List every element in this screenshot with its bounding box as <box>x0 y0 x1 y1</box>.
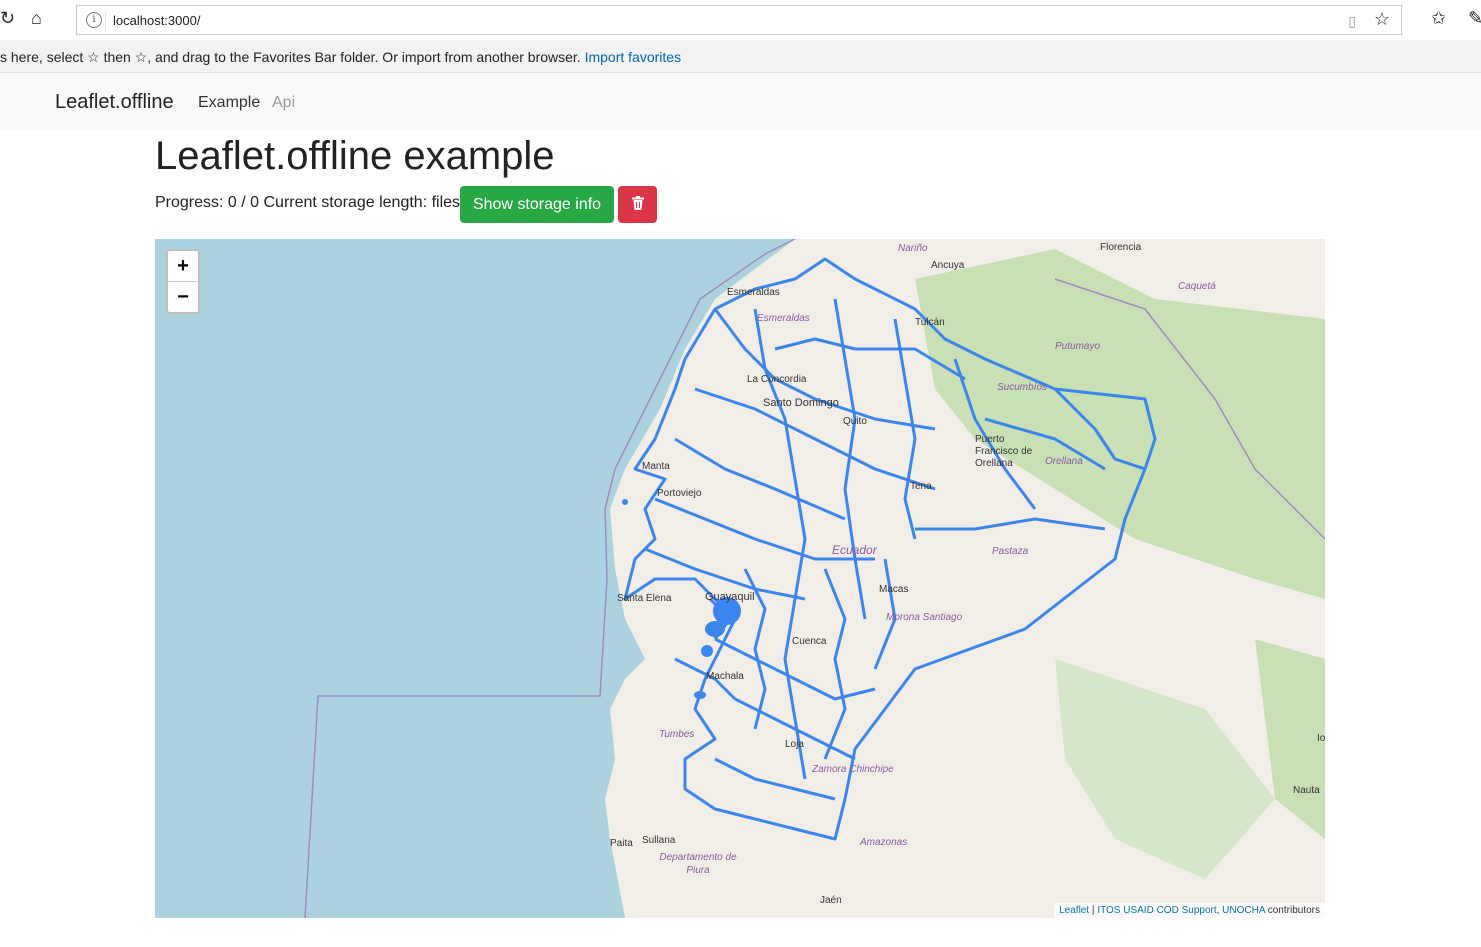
navbar: Leaflet.offline Example Api <box>0 73 1481 129</box>
address-bar[interactable]: i localhost:3000/ ▯ ☆ <box>76 5 1402 35</box>
map-label-quito: Quito <box>843 416 867 427</box>
favorites-icon[interactable]: ✩ <box>1431 8 1446 29</box>
map-label-la-concordia: La Concordia <box>747 374 807 385</box>
map-label-loja: Loja <box>785 739 804 750</box>
map-attribution: Leaflet | ITOS USAID COD Support, UNOCHA… <box>1054 903 1325 918</box>
map-label-paita: Paita <box>610 838 633 849</box>
map-label-nauta: Nauta <box>1293 785 1320 796</box>
map-label-cuenca: Cuenca <box>792 636 827 647</box>
map-label-santa-elena: Santa Elena <box>617 593 672 604</box>
nav-link-example[interactable]: Example <box>198 94 260 112</box>
map-label-manta: Manta <box>642 461 670 472</box>
map-label-jaen: Jaén <box>820 895 842 906</box>
attribution-contributors: contributors <box>1267 905 1320 916</box>
map-label-caqueta: Caquetá <box>1178 281 1216 292</box>
forest-area-south <box>1055 659 1275 879</box>
map-label-tena: Tena <box>910 481 932 492</box>
map-label-narino: Nariño <box>898 243 928 254</box>
unocha-link[interactable]: UNOCHA <box>1222 905 1265 916</box>
map-label-tulcan: Tulcán <box>915 317 945 328</box>
map-label-florencia: Florencia <box>1100 242 1142 253</box>
browser-toolbar: ↻ ⌂ i localhost:3000/ ▯ ☆ ✩ ✎ <box>0 0 1481 40</box>
trash-icon <box>631 196 644 210</box>
reading-view-icon[interactable]: ▯ <box>1348 13 1356 30</box>
url-text[interactable]: localhost:3000/ <box>113 13 200 28</box>
map-label-orellana: Orellana <box>1045 456 1083 467</box>
map-label-pastaza: Pastaza <box>992 546 1029 557</box>
map-label-esmeraldas-province: Esmeraldas <box>757 313 810 324</box>
map-label-putumayo: Putumayo <box>1055 341 1101 352</box>
page-title: Leaflet.offline example <box>155 134 555 178</box>
zoom-control: + − <box>166 249 200 314</box>
import-favorites-link[interactable]: Import favorites <box>585 49 681 65</box>
progress-text: Progress: 0 / 0 Current storage length: … <box>155 194 461 211</box>
map-label-sucumbios: Sucumbíos <box>997 382 1048 393</box>
map-label-amazonas: Amazonas <box>860 837 908 848</box>
leaflet-link[interactable]: Leaflet <box>1059 905 1089 916</box>
map-label-tumbes: Tumbes <box>659 729 695 740</box>
map-label-machala: Machala <box>706 671 744 682</box>
itos-link[interactable]: ITOS USAID COD Support <box>1097 905 1216 916</box>
map-container[interactable]: Nariño Florencia Ancuya Caquetá Esmerald… <box>155 239 1325 918</box>
map-label-santo-domingo: Santo Domingo <box>763 397 839 409</box>
ocean <box>155 239 795 918</box>
map-label-iquitos: Io <box>1317 733 1325 744</box>
map-label-esmeraldas: Esmeraldas <box>727 287 780 298</box>
map-tiles <box>155 239 1325 918</box>
home-icon[interactable]: ⌂ <box>31 8 42 29</box>
navbar-brand[interactable]: Leaflet.offline <box>55 91 174 114</box>
zoom-out-button[interactable]: − <box>168 282 198 312</box>
favorites-bar: s here, select ☆ then ☆, and drag to the… <box>0 40 1481 73</box>
refresh-icon[interactable]: ↻ <box>0 8 15 29</box>
favorites-bar-text: s here, select ☆ then ☆, and drag to the… <box>0 49 581 65</box>
map-label-piura: Departamento de Piura <box>659 852 737 876</box>
zoom-in-button[interactable]: + <box>168 251 198 282</box>
address-divider <box>105 12 106 30</box>
info-icon[interactable]: i <box>86 12 102 28</box>
nav-link-api[interactable]: Api <box>272 94 295 112</box>
map-label-macas: Macas <box>879 584 909 595</box>
pen-icon[interactable]: ✎ <box>1468 8 1481 29</box>
favorite-star-icon[interactable]: ☆ <box>1374 9 1390 30</box>
map-label-portoviejo: Portoviejo <box>657 488 702 499</box>
map-label-puerto-francisco: Puerto Francisco de Orellana <box>975 434 1033 469</box>
delete-storage-button[interactable] <box>618 186 657 223</box>
map-label-zamora-chinchipe: Zamora Chinchipe <box>812 764 894 775</box>
favorites-bar-message: s here, select ☆ then ☆, and drag to the… <box>0 49 681 66</box>
map-label-morona-santiago: Morona Santiago <box>886 612 963 623</box>
map-label-ancuya: Ancuya <box>931 260 965 271</box>
show-storage-info-button[interactable]: Show storage info <box>460 186 614 223</box>
map-label-sullana: Sullana <box>642 835 676 846</box>
map-label-ecuador: Ecuador <box>832 543 877 557</box>
map-label-guayaquil: Guayaquil <box>705 591 755 603</box>
